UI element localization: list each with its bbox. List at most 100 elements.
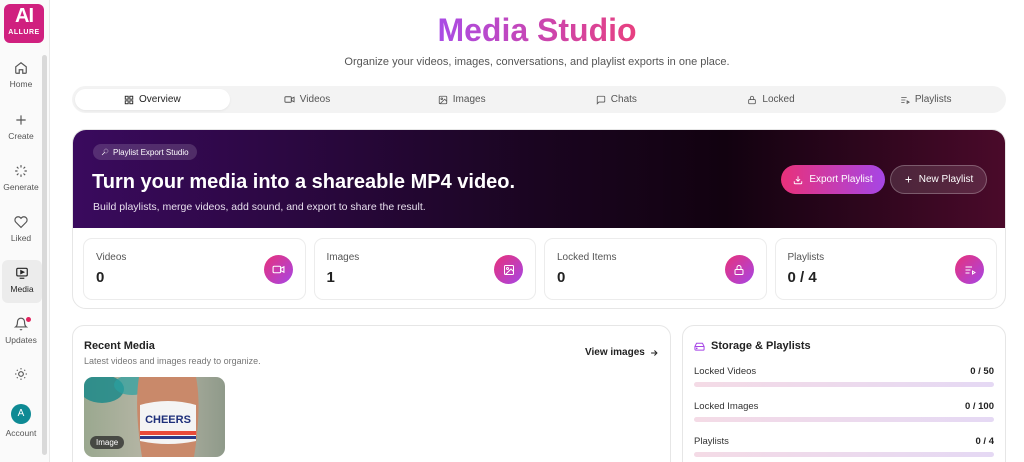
media-thumbnail[interactable]: CHEERS Image <box>84 377 225 457</box>
image-icon <box>494 255 523 284</box>
sun-icon <box>15 368 27 380</box>
sidebar-item-label: Home <box>9 79 33 89</box>
tab-label: Images <box>452 94 486 105</box>
storage-panel: Storage & Playlists Locked Videos 0 / 50… <box>682 325 1006 462</box>
sidebar-item-generate[interactable]: Generate <box>0 164 42 192</box>
theme-toggle-button[interactable] <box>0 367 42 381</box>
storage-row-value: 0 / 50 <box>970 366 994 377</box>
new-playlist-label: New Playlist <box>918 174 974 185</box>
view-images-label: View images <box>585 347 645 358</box>
storage-row-value: 0 / 100 <box>964 401 994 412</box>
avatar: A <box>11 404 31 424</box>
recent-media-panel: Recent Media Latest videos and images re… <box>72 325 671 462</box>
sidebar-item-media[interactable]: Media <box>2 260 42 303</box>
lock-icon <box>748 95 757 104</box>
stat-card-videos[interactable]: Videos 0 <box>83 238 306 300</box>
notification-dot <box>26 317 31 322</box>
plus-icon <box>905 176 912 183</box>
tab-label: Playlists <box>914 94 952 105</box>
sidebar-item-label: Create <box>8 131 34 141</box>
logo-text: AI <box>15 5 34 27</box>
sidebar-item-liked[interactable]: Liked <box>0 215 42 243</box>
tab-label: Chats <box>610 94 637 105</box>
tab-label: Videos <box>299 94 331 105</box>
tab-overview[interactable]: Overview <box>75 89 230 110</box>
hero-banner: Playlist Export Studio Turn your media i… <box>73 130 1005 228</box>
export-playlist-button[interactable]: Export Playlist <box>781 165 885 194</box>
page-subtitle: Organize your videos, images, conversati… <box>344 56 730 68</box>
playlist-icon <box>955 255 984 284</box>
view-images-link[interactable]: View images <box>585 347 659 358</box>
stats-row: Videos 0 Images 1 Locked Items 0 Playlis… <box>83 238 997 300</box>
sidebar-item-updates[interactable]: Updates <box>0 317 42 345</box>
sidebar-item-label: Liked <box>10 233 32 243</box>
playlist-studio-card: Playlist Export Studio Turn your media i… <box>72 129 1006 309</box>
tab-videos[interactable]: Videos <box>230 89 385 110</box>
storage-row-label: Locked Videos <box>694 366 757 377</box>
stat-card-images[interactable]: Images 1 <box>313 238 536 300</box>
sidebar: AI ALLURE Home Create Generate Liked Med… <box>0 0 50 462</box>
export-playlist-label: Export Playlist <box>809 174 873 185</box>
tab-images[interactable]: Images <box>384 89 539 110</box>
arrow-right-icon <box>650 349 658 356</box>
logo-subtext: ALLURE <box>8 29 40 36</box>
sidebar-item-label: Updates <box>5 335 37 345</box>
sidebar-item-label: Media <box>10 284 34 294</box>
stat-card-playlists[interactable]: Playlists 0 / 4 <box>774 238 997 300</box>
stat-value: 0 <box>557 269 566 286</box>
sidebar-item-home[interactable]: Home <box>0 61 42 89</box>
page-header: Media Studio <box>50 12 1024 49</box>
storage-icon <box>694 342 705 351</box>
magic-wand-icon <box>101 148 109 156</box>
sidebar-item-create[interactable]: Create <box>0 113 42 141</box>
storage-title-label: Storage & Playlists <box>711 340 811 352</box>
new-playlist-button[interactable]: New Playlist <box>890 165 987 194</box>
lock-icon <box>724 255 754 284</box>
image-icon <box>438 95 447 104</box>
hero-badge: Playlist Export Studio <box>93 144 197 160</box>
tab-playlists[interactable]: Playlists <box>848 89 1003 110</box>
stat-card-locked[interactable]: Locked Items 0 <box>544 238 767 300</box>
tab-bar: Overview Videos Images Chats Locked Play… <box>72 86 1006 113</box>
stat-value: 0 / 4 <box>787 269 817 286</box>
stat-label: Locked Items <box>557 252 617 263</box>
recent-media-title: Recent Media <box>84 340 155 352</box>
thumbnail-caption: CHEERS <box>145 414 191 426</box>
storage-title: Storage & Playlists <box>694 340 811 352</box>
app-logo[interactable]: AI ALLURE <box>4 4 44 43</box>
sidebar-item-label: Account <box>5 428 37 438</box>
hero-title: Turn your media into a shareable MP4 vid… <box>92 171 516 193</box>
stat-label: Images <box>326 252 360 263</box>
video-icon <box>284 96 295 103</box>
tab-label: Overview <box>138 94 181 105</box>
media-screen-icon <box>16 267 28 279</box>
playlist-icon <box>901 96 910 104</box>
stat-label: Videos <box>96 252 127 263</box>
storage-row-label: Playlists <box>694 436 729 447</box>
storage-row-label: Locked Images <box>694 401 759 412</box>
sparkle-loader-icon <box>15 165 27 177</box>
heart-icon <box>14 216 28 229</box>
stat-label: Playlists <box>787 252 825 263</box>
grid-icon <box>124 95 134 104</box>
sidebar-scrollbar[interactable] <box>42 55 47 455</box>
storage-progress-bar <box>694 417 994 422</box>
page-title: Media Studio <box>437 12 637 48</box>
storage-progress-bar <box>694 382 994 387</box>
recent-media-subtitle: Latest videos and images ready to organi… <box>84 356 261 366</box>
media-type-badge: Image <box>90 436 125 449</box>
sidebar-item-account[interactable]: A Account <box>0 404 42 438</box>
tab-chats[interactable]: Chats <box>539 89 694 110</box>
tab-label: Locked <box>762 94 795 105</box>
hero-badge-label: Playlist Export Studio <box>113 147 189 157</box>
plus-icon <box>16 115 26 125</box>
storage-row-value: 0 / 4 <box>975 436 995 447</box>
hero-description: Build playlists, merge videos, add sound… <box>93 201 426 213</box>
tab-locked[interactable]: Locked <box>694 89 849 110</box>
home-icon <box>15 62 27 74</box>
chat-icon <box>596 95 605 105</box>
stat-value: 0 <box>96 269 105 286</box>
download-icon <box>794 175 803 184</box>
stat-value: 1 <box>326 269 335 286</box>
video-icon <box>263 255 293 284</box>
